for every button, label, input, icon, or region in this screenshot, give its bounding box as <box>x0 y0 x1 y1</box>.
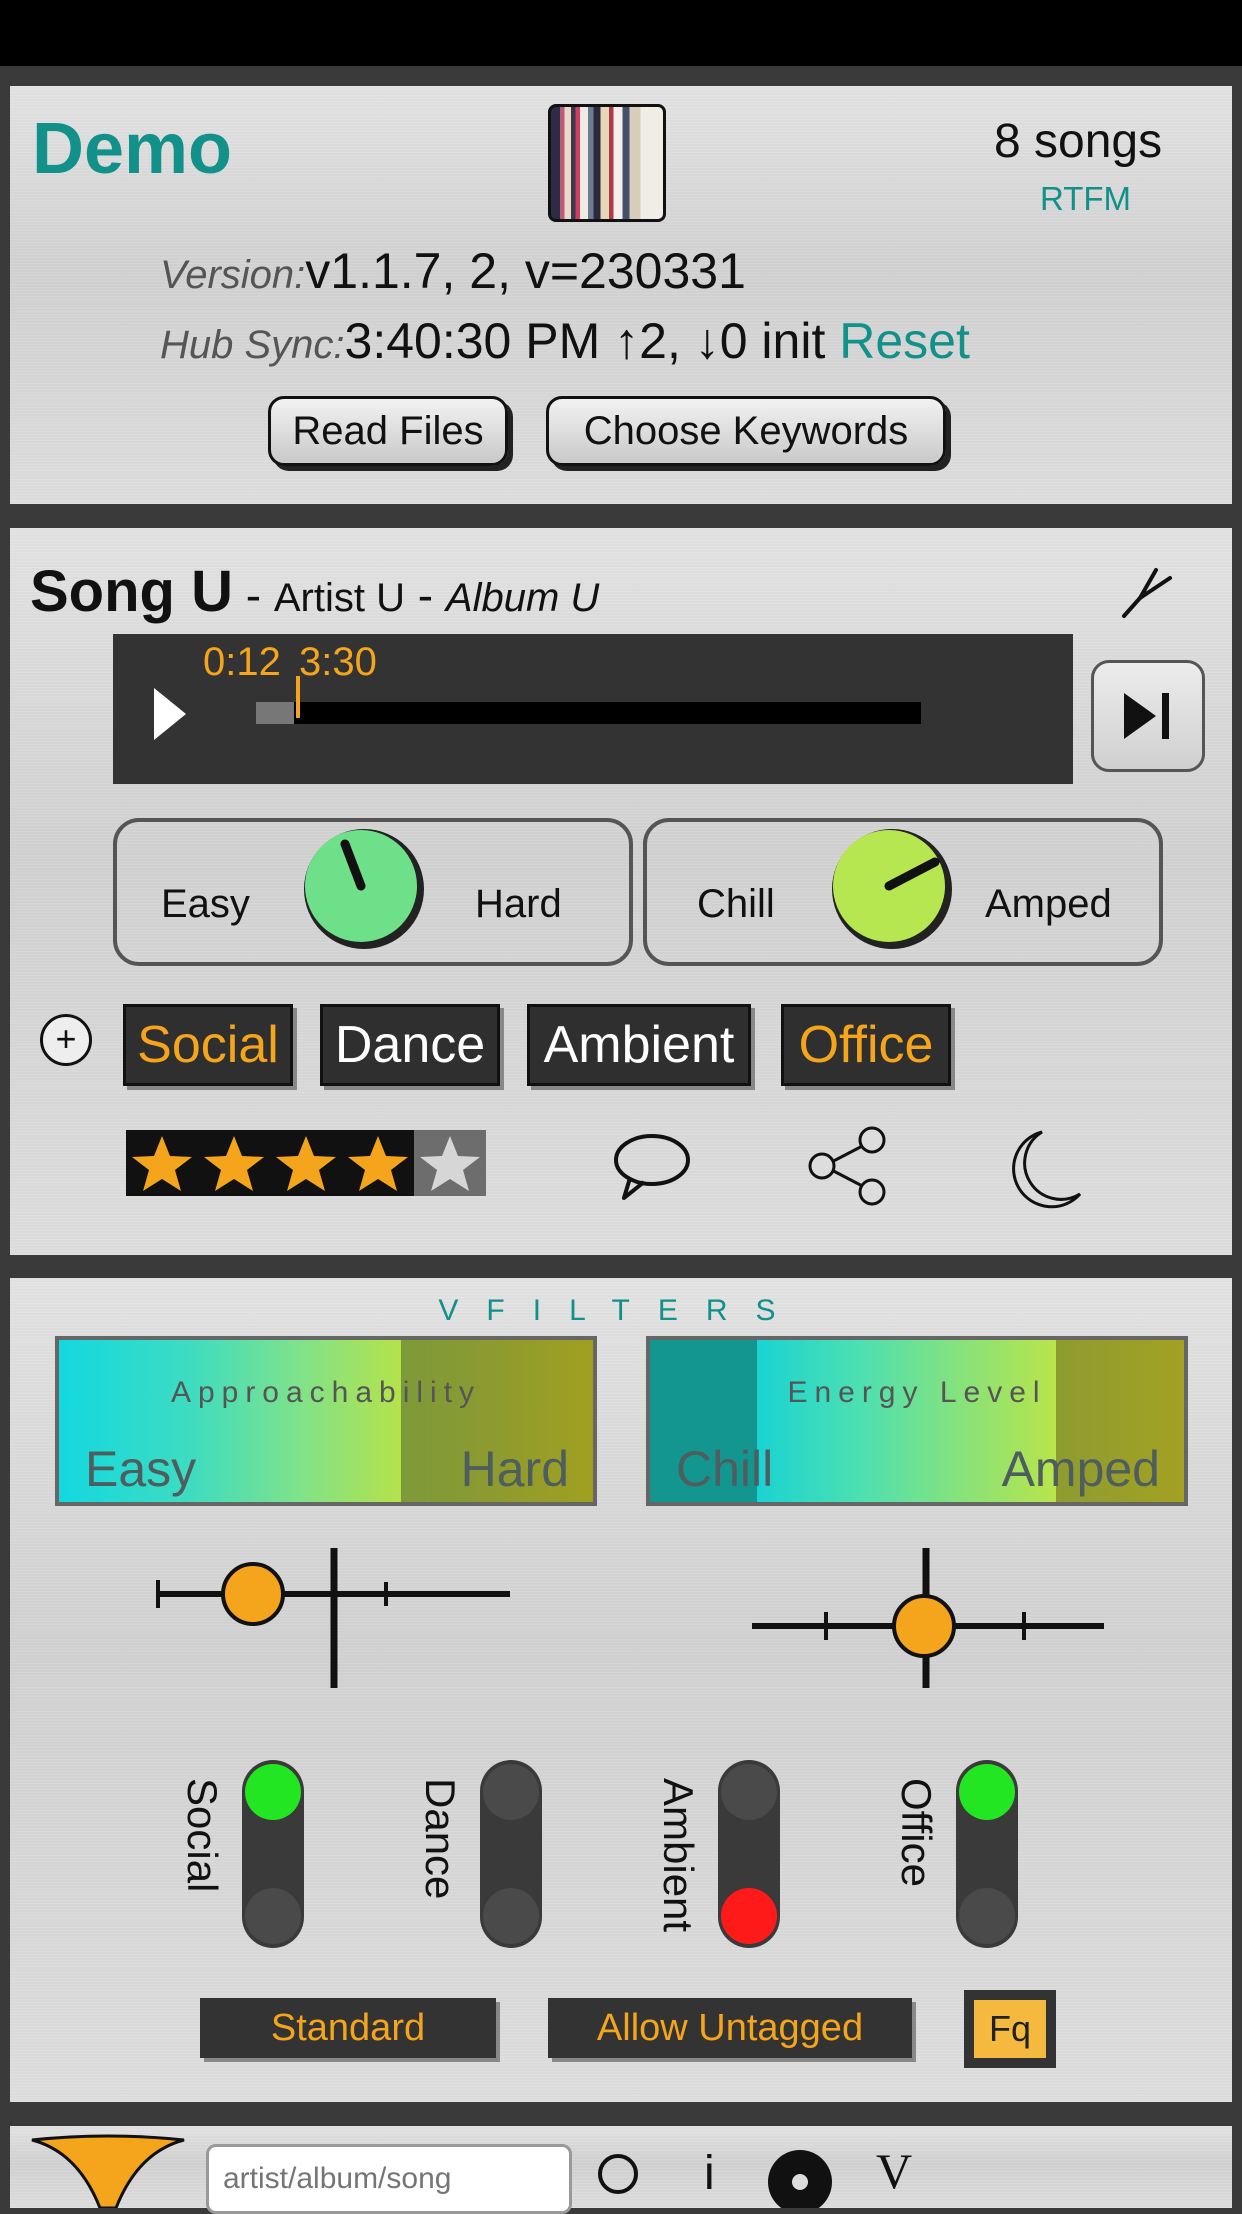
separator: - <box>405 569 446 621</box>
dial-left-label: Chill <box>697 882 775 926</box>
header-panel: Demo 8 songs RTFM Version:v1.1.7, 2, v=2… <box>10 86 1232 504</box>
star-filled-icon[interactable] <box>342 1130 414 1196</box>
approachability-filter-card[interactable]: Approachability Easy Hard <box>55 1336 597 1506</box>
rtfm-link[interactable]: RTFM <box>1040 180 1131 218</box>
album-art-thumbnail[interactable] <box>548 104 666 222</box>
play-icon[interactable] <box>150 684 190 744</box>
toggle-bottom-lamp <box>959 1888 1015 1944</box>
search-input[interactable] <box>206 2144 572 2214</box>
energy-filter-card[interactable]: Energy Level Chill Amped <box>646 1336 1188 1506</box>
card-left-label: Chill <box>676 1441 774 1497</box>
card-title: Approachability <box>170 1376 482 1409</box>
songs-count: 8 songs <box>994 115 1163 168</box>
star-filled-icon[interactable] <box>270 1130 342 1196</box>
fq-button[interactable]: Fq <box>964 1990 1056 2068</box>
approachability-dial-box: Easy Hard <box>113 818 633 966</box>
search-icon[interactable] <box>594 2148 644 2208</box>
toggle-ambient[interactable] <box>718 1760 780 1948</box>
hub-sync-row: Hub Sync:3:40:30 PM ↑2, ↓0 init Reset <box>160 312 970 370</box>
hub-sync-label: Hub Sync: <box>160 323 345 367</box>
progress-cursor[interactable] <box>296 676 300 718</box>
view-toggle[interactable]: V <box>876 2142 912 2200</box>
progress-fill <box>256 702 294 724</box>
now-playing-line: Song U - Artist U - Album U <box>30 558 599 625</box>
tag-social[interactable]: Social <box>123 1004 293 1086</box>
skip-next-icon <box>1124 693 1169 739</box>
version-value: v1.1.7, 2, v=230331 <box>305 243 746 299</box>
vinyl-record-icon[interactable] <box>766 2148 836 2208</box>
player-panel: Song U - Artist U - Album U 0:12 3:30 Ea… <box>10 528 1232 1255</box>
toggle-top-lamp <box>483 1764 539 1820</box>
toggle-top-lamp <box>245 1764 301 1820</box>
card-title: Energy Level <box>787 1376 1047 1409</box>
toggle-bottom-lamp <box>245 1888 301 1944</box>
dial-left-label: Easy <box>161 882 250 926</box>
tag-office[interactable]: Office <box>781 1004 951 1086</box>
toggle-label-dance: Dance <box>417 1778 464 1900</box>
approachability-range-slider[interactable] <box>144 1548 524 1698</box>
toggle-label-social: Social <box>179 1778 226 1893</box>
search-panel: i V <box>10 2126 1232 2214</box>
player-bar: 0:12 3:30 <box>113 634 1073 784</box>
toggle-top-lamp <box>721 1764 777 1820</box>
energy-range-slider[interactable] <box>746 1548 1126 1698</box>
toggle-bottom-lamp <box>483 1888 539 1944</box>
toggle-social[interactable] <box>242 1760 304 1948</box>
dial-right-label: Amped <box>985 882 1112 926</box>
approachability-knob[interactable] <box>299 824 429 954</box>
funnel-icon[interactable] <box>28 2134 188 2208</box>
card-left-label: Easy <box>85 1441 197 1497</box>
card-right-label: Hard <box>460 1441 569 1497</box>
toggle-bottom-lamp <box>721 1888 777 1944</box>
version-row: Version:v1.1.7, 2, v=230331 <box>160 242 746 300</box>
allow-untagged-button[interactable]: Allow Untagged <box>548 1998 912 2058</box>
dial-right-label: Hard <box>475 882 562 926</box>
card-right-label: Amped <box>1001 1441 1160 1497</box>
sleep-moon-icon[interactable] <box>998 1124 1088 1210</box>
separator: - <box>232 569 274 621</box>
tuning-fork-icon[interactable] <box>1110 556 1180 626</box>
star-filled-icon[interactable] <box>126 1130 198 1196</box>
version-label: Version: <box>160 253 306 297</box>
share-icon[interactable] <box>804 1126 894 1206</box>
fq-label: Fq <box>974 2000 1046 2058</box>
star-empty-icon[interactable] <box>414 1130 486 1196</box>
status-bar <box>0 0 1242 66</box>
progress-track[interactable] <box>256 702 921 724</box>
standard-mode-button[interactable]: Standard <box>200 1998 496 2058</box>
song-title: Song U <box>30 559 233 624</box>
song-album: Album U <box>445 576 600 620</box>
elapsed-time: 0:12 <box>203 640 281 684</box>
star-filled-icon[interactable] <box>198 1130 270 1196</box>
song-artist: Artist U <box>273 576 405 620</box>
energy-dial-box: Chill Amped <box>643 818 1163 966</box>
tag-dance[interactable]: Dance <box>320 1004 500 1086</box>
read-files-button[interactable]: Read Files <box>268 396 508 466</box>
info-icon[interactable]: i <box>704 2146 715 2201</box>
reset-link[interactable]: Reset <box>839 313 970 369</box>
energy-knob[interactable] <box>827 824 957 954</box>
choose-keywords-button[interactable]: Choose Keywords <box>546 396 946 466</box>
toggle-office[interactable] <box>956 1760 1018 1948</box>
add-keyword-button[interactable]: + <box>40 1014 92 1066</box>
toggle-label-ambient: Ambient <box>655 1778 702 1933</box>
toggle-top-lamp <box>959 1764 1015 1820</box>
hub-sync-value: 3:40:30 PM ↑2, ↓0 init <box>344 313 826 369</box>
star-rating[interactable] <box>126 1130 488 1196</box>
tag-ambient[interactable]: Ambient <box>527 1004 751 1086</box>
toggle-label-office: Office <box>893 1778 940 1887</box>
filters-panel: VFILTERS Approachability Easy Hard Energ… <box>10 1278 1232 2102</box>
toggle-dance[interactable] <box>480 1760 542 1948</box>
comment-icon[interactable] <box>606 1130 696 1202</box>
filters-title[interactable]: VFILTERS <box>10 1294 1232 1328</box>
skip-next-button[interactable] <box>1091 660 1205 772</box>
app-title: Demo <box>32 109 233 189</box>
total-time: 3:30 <box>299 640 377 684</box>
